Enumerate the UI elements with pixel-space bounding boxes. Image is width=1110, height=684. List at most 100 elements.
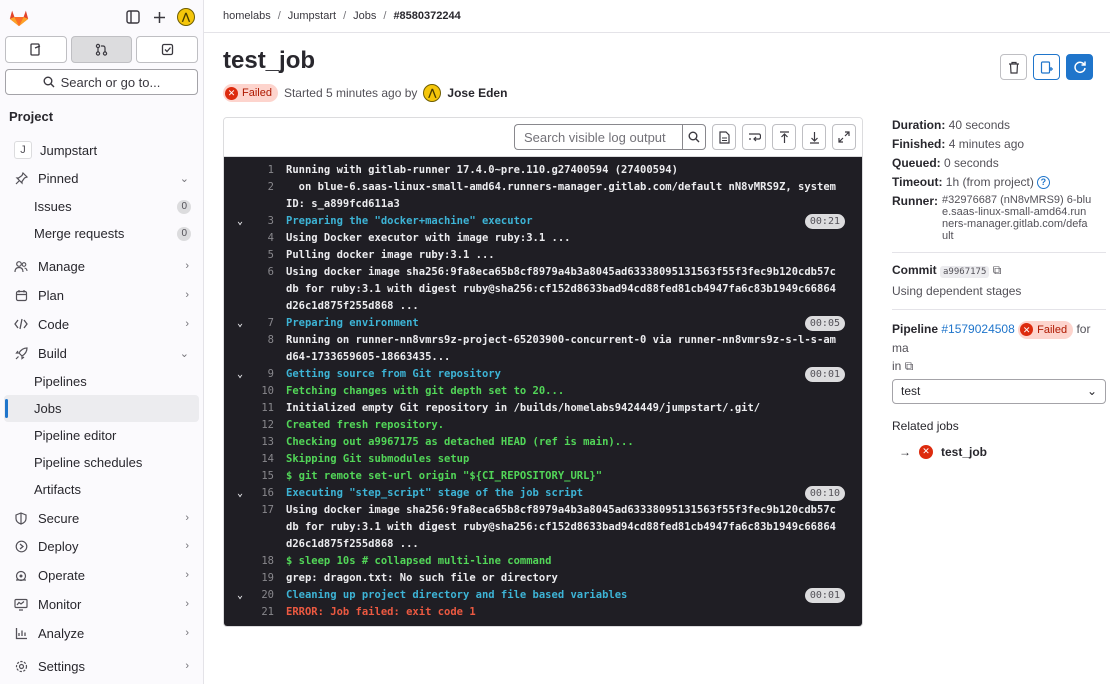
sidebar-item-build[interactable]: Build ⌄: [4, 340, 199, 366]
erase-log-button[interactable]: [1000, 54, 1027, 80]
breadcrumb-current[interactable]: #8580372244: [393, 10, 460, 22]
sidebar-item-deploy[interactable]: Deploy ›: [4, 533, 199, 559]
author-avatar[interactable]: ⋀: [423, 84, 442, 102]
sidebar-item-code[interactable]: Code ›: [4, 311, 199, 337]
copy-icon[interactable]: ⧉: [905, 359, 914, 373]
pipeline-status-badge[interactable]: ✕ Failed: [1018, 320, 1074, 339]
log-section-header[interactable]: ⌄ 7 Preparing environment 00:05: [224, 315, 862, 332]
sidebar-item-jobs[interactable]: Jobs: [4, 395, 199, 422]
log-line-text: Executing "step_script" stage of the job…: [286, 487, 584, 499]
search-button[interactable]: Search or go to...: [5, 69, 198, 95]
log-search-input[interactable]: [514, 124, 682, 150]
log-line-number[interactable]: 18: [256, 553, 274, 570]
chevron-down-icon[interactable]: ⌄: [224, 366, 256, 383]
log-section-header[interactable]: ⌄ 9 Getting source from Git repository 00:0…: [224, 366, 862, 383]
sidebar-item-monitor[interactable]: Monitor ›: [4, 591, 199, 617]
scroll-bottom-button[interactable]: [802, 124, 826, 150]
chevron-down-icon[interactable]: ⌄: [224, 587, 256, 604]
wrap-lines-button[interactable]: [742, 124, 766, 150]
log-section-header[interactable]: ⌄ 20 Cleaning up project directory and fil…: [224, 587, 862, 604]
log-line-number[interactable]: 7: [256, 315, 274, 332]
sidebar-item-label: Manage: [38, 258, 85, 274]
project-link[interactable]: J Jumpstart: [4, 137, 199, 163]
log-line-number[interactable]: 20: [256, 587, 274, 604]
log-line-number[interactable]: 21: [256, 604, 274, 621]
section-duration-badge: 00:05: [804, 316, 845, 331]
log-line-number[interactable]: 8: [256, 332, 274, 366]
rocket-icon: [14, 346, 28, 360]
duration-value: 40 seconds: [948, 118, 1011, 132]
sidebar-item-plan[interactable]: Plan ›: [4, 282, 199, 308]
merge-requests-tab[interactable]: [70, 36, 133, 63]
plus-icon[interactable]: [151, 9, 167, 25]
sidebar-item-pipeline-schedules[interactable]: Pipeline schedules: [4, 449, 199, 476]
todos-tab[interactable]: [136, 36, 199, 63]
pipeline-link[interactable]: #1579024508: [941, 322, 1014, 336]
log-line-number[interactable]: 17: [256, 502, 274, 553]
log-line-number[interactable]: 5: [256, 247, 274, 264]
scroll-top-button[interactable]: [772, 124, 796, 150]
related-job-item[interactable]: → ✕ test_job: [892, 444, 1106, 459]
raw-log-button[interactable]: [712, 124, 736, 150]
log-search-button[interactable]: [682, 124, 706, 150]
log-line-number[interactable]: 14: [256, 451, 274, 468]
new-issue-button[interactable]: [1033, 54, 1060, 80]
stage-select[interactable]: test ⌄: [892, 378, 1106, 404]
chevron-right-icon: ›: [185, 660, 189, 672]
sidebar-item-analyze[interactable]: Analyze ›: [4, 620, 199, 646]
log-line-number[interactable]: 4: [256, 230, 274, 247]
sidebar-item-settings[interactable]: Settings ›: [4, 653, 199, 679]
log-line-number[interactable]: 15: [256, 468, 274, 485]
sidebar-item-manage[interactable]: Manage ›: [4, 253, 199, 279]
main-content: homelabs / Jumpstart / Jobs / #858037224…: [204, 0, 1110, 684]
log-line-number[interactable]: 1: [256, 162, 274, 179]
breadcrumb-link[interactable]: Jobs: [353, 10, 376, 22]
finished-row: Finished: 4 minutes ago: [892, 137, 1106, 152]
pipeline-ref-suffix: in: [892, 358, 902, 373]
chevron-down-icon[interactable]: ⌄: [224, 213, 256, 230]
sidebar-item-pinned[interactable]: Pinned ⌄: [4, 165, 199, 191]
log-section-header[interactable]: ⌄ 16 Executing "step_script" stage of the …: [224, 485, 862, 502]
sidebar-item-merge-requests[interactable]: Merge requests 0: [4, 220, 199, 247]
log-line-number[interactable]: 13: [256, 434, 274, 451]
trash-icon: [1008, 61, 1019, 74]
sidebar-item-label: Analyze: [38, 625, 85, 641]
commit-sha[interactable]: a9967175: [940, 266, 990, 278]
sidebar-item-pipelines[interactable]: Pipelines: [4, 368, 199, 395]
copy-icon[interactable]: ⧉: [993, 263, 1002, 277]
chevron-down-icon[interactable]: ⌄: [224, 485, 256, 502]
sidebar-item-operate[interactable]: Operate ›: [4, 562, 199, 588]
log-line-number[interactable]: 11: [256, 400, 274, 417]
log-line-number[interactable]: 6: [256, 264, 274, 315]
log-line-number[interactable]: 16: [256, 485, 274, 502]
gitlab-logo-icon[interactable]: [8, 6, 30, 28]
breadcrumb-link[interactable]: Jumpstart: [288, 10, 336, 22]
status-badge[interactable]: ✕ Failed: [223, 84, 278, 102]
issues-tab[interactable]: [5, 36, 67, 63]
sidebar-toggle-icon[interactable]: [125, 9, 141, 25]
commit-message: Using dependent stages: [892, 284, 1022, 298]
log-gutter: [224, 604, 256, 621]
log-line-number[interactable]: 12: [256, 417, 274, 434]
help-icon[interactable]: ?: [1036, 176, 1050, 190]
sidebar-item-artifacts[interactable]: Artifacts: [4, 476, 199, 503]
log-line-number[interactable]: 2: [256, 179, 274, 213]
log-line-number[interactable]: 19: [256, 570, 274, 587]
log-line-number[interactable]: 9: [256, 366, 274, 383]
sidebar-item-pipeline-editor[interactable]: Pipeline editor: [4, 422, 199, 449]
log-line-number[interactable]: 3: [256, 213, 274, 230]
retry-button[interactable]: [1066, 54, 1093, 80]
sidebar-item-issues[interactable]: Issues 0: [4, 193, 199, 220]
started-text: Started 5 minutes ago by: [283, 86, 418, 100]
section-duration-badge: 00:01: [804, 367, 845, 382]
sidebar-item-secure[interactable]: Secure ›: [4, 505, 199, 531]
log-section-header[interactable]: ⌄ 3 Preparing the "docker+machine" executo…: [224, 213, 862, 230]
log-line-text: $ git remote set-url origin "${CI_REPOSI…: [286, 470, 603, 482]
author-name[interactable]: Jose Eden: [447, 86, 507, 100]
breadcrumb-link[interactable]: homelabs: [223, 10, 271, 22]
log-line-number[interactable]: 10: [256, 383, 274, 400]
user-avatar[interactable]: ⋀: [177, 8, 195, 26]
divider: [892, 309, 1106, 310]
fullscreen-button[interactable]: [832, 124, 856, 150]
chevron-down-icon[interactable]: ⌄: [224, 315, 256, 332]
